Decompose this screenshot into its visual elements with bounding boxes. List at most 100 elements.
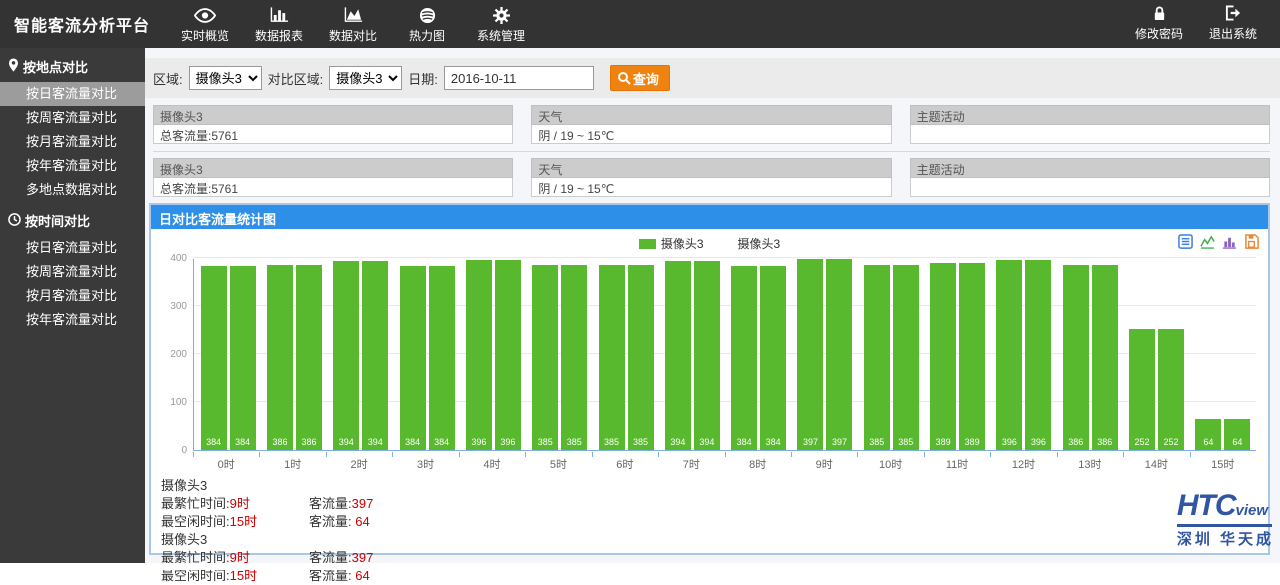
line-type-icon[interactable] [1199, 233, 1216, 250]
data-view-icon[interactable] [1177, 233, 1194, 250]
bar: 386 [267, 265, 293, 450]
info-box-title: 摄像头3 [153, 105, 513, 125]
search-icon [617, 71, 631, 85]
info-box-title: 天气 [531, 105, 891, 125]
bar-value-label: 385 [624, 437, 658, 447]
sidebar-item-place-day[interactable]: 按日客流量对比 [0, 82, 145, 106]
bar-group: 394394 [659, 261, 725, 450]
region-select[interactable]: 摄像头3 [189, 66, 262, 90]
busy-segment: 最繁忙时间:9时 [161, 495, 309, 513]
bar-value-label: 396 [1021, 437, 1055, 447]
nav-item-data-compare[interactable]: 数据对比 [316, 0, 390, 48]
htcview-logo-wordmark: HTCview [1177, 493, 1272, 527]
bar: 384 [731, 266, 757, 450]
info-box: 主题活动 [910, 105, 1270, 144]
bar: 385 [864, 265, 890, 450]
bar: 384 [400, 266, 426, 450]
sidebar-item-time-month[interactable]: 按月客流量对比 [0, 284, 145, 308]
location-pin-icon [8, 58, 19, 75]
bar-value-label: 384 [756, 437, 790, 447]
clock-icon [8, 213, 21, 229]
bar-value-label: 389 [955, 437, 989, 447]
legend-swatch [639, 239, 656, 249]
top-navigation-bar: 智能客流分析平台 实时概览数据报表数据对比热力图系统管理 修改密码退出系统 [0, 0, 1280, 48]
nav-item-label: 实时概览 [181, 27, 229, 44]
bar: 394 [333, 261, 359, 450]
bar: 389 [930, 263, 956, 450]
sidebar-item-time-day[interactable]: 按日客流量对比 [0, 236, 145, 260]
sidebar-item-place-multi[interactable]: 多地点数据对比 [0, 178, 145, 202]
compare-region-select[interactable]: 摄像头3 [329, 66, 402, 90]
bar-group: 397397 [792, 259, 858, 450]
summary-camera-name: 摄像头3 [161, 531, 1268, 549]
bar-chart-plot: 3843843863863943943843843963963853853853… [193, 257, 1256, 469]
sidebar-section-title: 按地点对比 [23, 57, 88, 76]
idle-segment: 最空闲时间:15时 [161, 513, 309, 531]
x-axis-tick-label: 6时 [592, 453, 658, 469]
nav-item-label: 系统管理 [477, 27, 525, 44]
sidebar-section-by-place: 按地点对比 [0, 48, 145, 82]
bar-group: 252252 [1123, 329, 1189, 450]
bar-value-label: 397 [822, 437, 856, 447]
eye-icon [194, 5, 216, 25]
info-box: 主题活动 [910, 158, 1270, 197]
info-box: 摄像头3总客流量:5761 [153, 105, 513, 144]
bar-value-label: 64 [1220, 437, 1254, 447]
x-axis-tick-label: 2时 [326, 453, 392, 469]
nav-item-logout[interactable]: 退出系统 [1196, 3, 1270, 46]
bar-type-icon[interactable] [1221, 233, 1238, 250]
legend-item[interactable]: 摄像头3 [639, 235, 704, 252]
bar-group: 385385 [858, 265, 924, 450]
x-axis-tick-label: 8时 [725, 453, 791, 469]
compare-region-label: 对比区域: [268, 69, 324, 88]
save-image-icon[interactable] [1243, 233, 1260, 250]
sidebar-item-time-week[interactable]: 按周客流量对比 [0, 260, 145, 284]
y-axis-tick-label: 400 [153, 253, 187, 264]
bar-group: 6464 [1190, 419, 1256, 450]
nav-item-heatmap[interactable]: 热力图 [390, 0, 464, 48]
bar: 385 [893, 265, 919, 450]
bar: 252 [1158, 329, 1184, 450]
info-box-title: 天气 [531, 158, 891, 178]
info-box-rows: 摄像头3总客流量:5761天气阴 / 19 ~ 15℃主题活动摄像头3总客流量:… [145, 98, 1280, 197]
bar-value-label: 396 [491, 437, 525, 447]
bar-group: 386386 [1057, 265, 1123, 450]
nav-item-system-manage[interactable]: 系统管理 [464, 0, 538, 48]
bar: 396 [1025, 260, 1051, 450]
lock-icon [1152, 3, 1167, 23]
sidebar-item-place-month[interactable]: 按月客流量对比 [0, 130, 145, 154]
bar: 385 [628, 265, 654, 450]
nav-item-change-password[interactable]: 修改密码 [1122, 3, 1196, 46]
nav-item-label: 退出系统 [1209, 25, 1257, 42]
bar: 64 [1195, 419, 1221, 450]
sidebar-section-by-time: 按时间对比 [0, 202, 145, 236]
nav-item-data-report[interactable]: 数据报表 [242, 0, 316, 48]
nav-item-realtime-overview[interactable]: 实时概览 [168, 0, 242, 48]
nav-item-label: 数据对比 [329, 27, 377, 44]
sidebar-item-place-week[interactable]: 按周客流量对比 [0, 106, 145, 130]
filter-bar: 区域: 摄像头3 对比区域: 摄像头3 日期: 查询 [145, 58, 1280, 98]
bar-value-label: 394 [690, 437, 724, 447]
bar: 385 [532, 265, 558, 450]
bar-group: 385385 [593, 265, 659, 450]
info-box-value [910, 125, 1270, 144]
info-box: 天气阴 / 19 ~ 15℃ [531, 105, 891, 144]
date-input[interactable] [444, 66, 594, 90]
sidebar-item-place-year[interactable]: 按年客流量对比 [0, 154, 145, 178]
bar: 252 [1129, 329, 1155, 450]
nav-item-label: 数据报表 [255, 27, 303, 44]
bars-area: 3843843863863943943843843963963853853853… [195, 259, 1256, 450]
htcview-logo-subtitle: 深圳 华天成 [1177, 528, 1274, 549]
logout-icon [1225, 3, 1242, 23]
top-nav-right-items: 修改密码退出系统 [1122, 3, 1280, 46]
chart-grid: 3843843863863943943843843963963853853853… [193, 259, 1256, 451]
bar: 386 [296, 265, 322, 450]
info-box-title: 主题活动 [910, 158, 1270, 178]
bottom-strip [0, 563, 1280, 570]
y-axis-tick-label: 300 [153, 301, 187, 312]
bar: 384 [429, 266, 455, 450]
sidebar-item-time-year[interactable]: 按年客流量对比 [0, 308, 145, 332]
legend-item[interactable]: 摄像头3 [738, 235, 781, 252]
bar-value-label: 386 [1088, 437, 1122, 447]
search-button[interactable]: 查询 [610, 65, 670, 91]
